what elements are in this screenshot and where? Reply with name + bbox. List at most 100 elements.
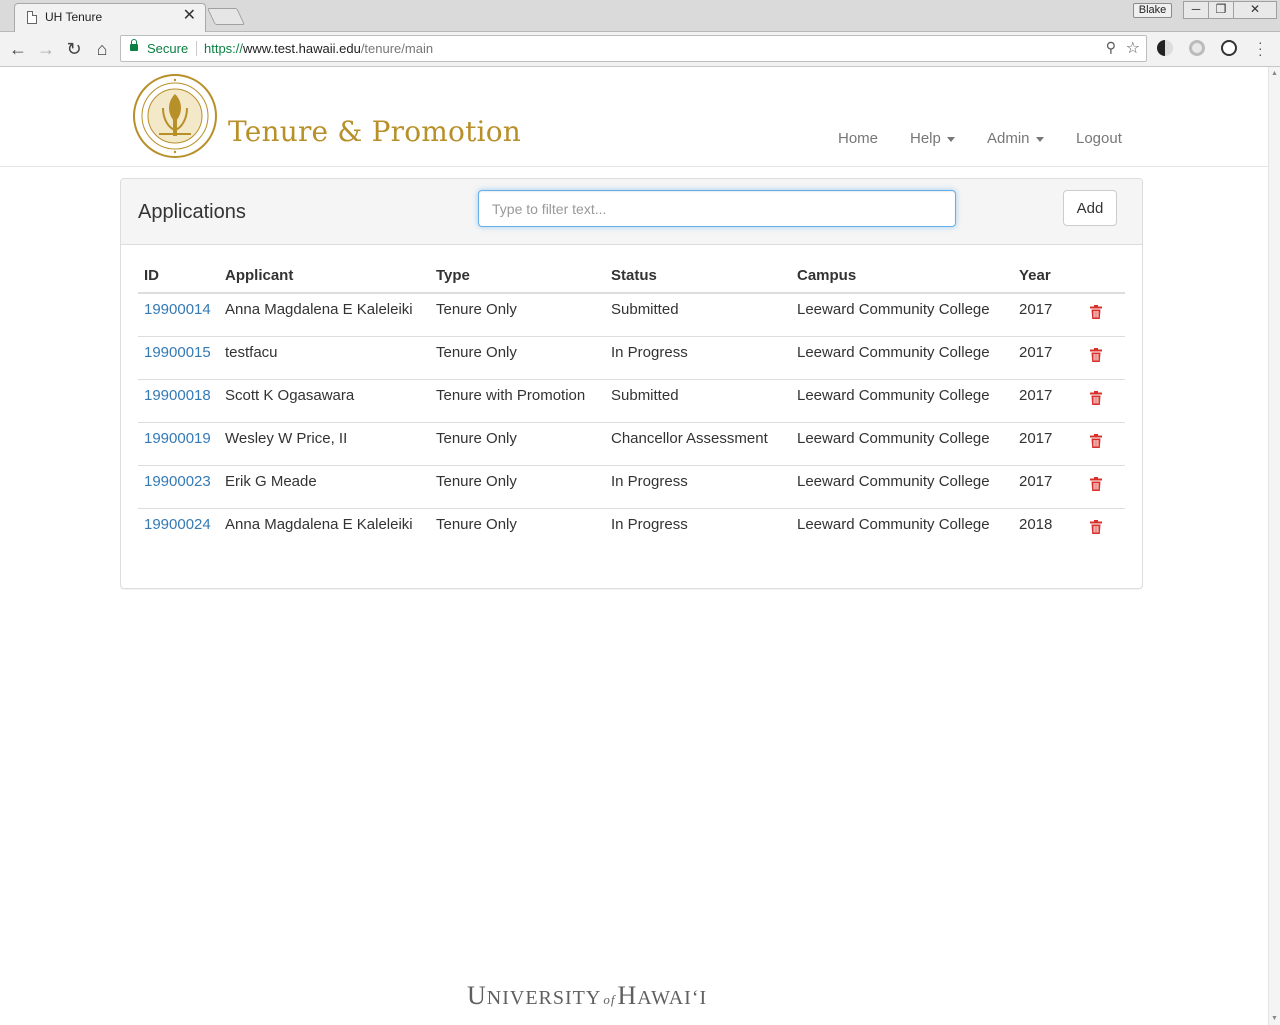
extension-contrast-icon[interactable] bbox=[1157, 40, 1173, 56]
cell-campus: Leeward Community College bbox=[791, 507, 1013, 551]
column-header-year[interactable]: Year bbox=[1013, 264, 1082, 294]
url-text[interactable]: https://www.test.hawaii.edu/tenure/main bbox=[204, 41, 433, 56]
application-id-link[interactable]: 19900014 bbox=[144, 301, 211, 318]
cell-applicant: Anna Magdalena E Kaleleiki bbox=[225, 301, 413, 318]
address-separator bbox=[196, 41, 197, 56]
cell-actions bbox=[1082, 421, 1125, 465]
add-button[interactable]: Add bbox=[1063, 190, 1117, 226]
trash-icon[interactable] bbox=[1090, 347, 1102, 362]
page-icon bbox=[27, 11, 37, 24]
cell-campus: Leeward Community College bbox=[791, 335, 1013, 379]
cell-year: 2017 bbox=[1019, 301, 1053, 318]
trash-icon[interactable] bbox=[1090, 519, 1102, 534]
column-header-campus[interactable]: Campus bbox=[791, 264, 1013, 294]
forward-arrow-icon[interactable]: → bbox=[34, 37, 58, 61]
browser-tab[interactable]: UH Tenure ✕ bbox=[14, 3, 206, 32]
scroll-down-icon[interactable]: ▼ bbox=[1271, 1015, 1278, 1022]
trash-icon[interactable] bbox=[1090, 390, 1102, 405]
cell-year: 2017 bbox=[1013, 378, 1082, 422]
column-header-applicant[interactable]: Applicant bbox=[219, 264, 430, 294]
cell-year: 2017 bbox=[1013, 335, 1082, 379]
caret-down-icon bbox=[946, 136, 955, 142]
application-id-link[interactable]: 19900024 bbox=[144, 516, 211, 533]
column-header-status[interactable]: Status bbox=[605, 264, 791, 294]
footer-logo-u: U bbox=[467, 981, 487, 1010]
application-id-link[interactable]: 19900019 bbox=[144, 430, 211, 447]
column-header-id[interactable]: ID bbox=[138, 264, 219, 294]
cell-applicant: Scott K Ogasawara bbox=[219, 378, 430, 422]
bookmark-star-icon[interactable]: ☆ bbox=[1126, 38, 1140, 58]
application-id-link[interactable]: 19900015 bbox=[144, 344, 211, 361]
cell-year: 2017 bbox=[1013, 464, 1082, 508]
table-header-row: ID Applicant Type Status Campus Year bbox=[138, 264, 1125, 294]
cell-applicant: Wesley W Price, II bbox=[219, 421, 430, 465]
applications-panel: Applications Add ID Applicant Type Statu… bbox=[120, 178, 1143, 589]
trash-icon[interactable] bbox=[1090, 433, 1102, 448]
application-id-link[interactable]: 19900023 bbox=[144, 473, 211, 490]
page-scrollbar[interactable]: ▲ ▼ bbox=[1268, 67, 1280, 1025]
window-restore-button[interactable]: ❐ bbox=[1208, 1, 1234, 19]
footer-logo-h: H bbox=[617, 981, 638, 1010]
table-row: 19900019 Wesley W Price, II Tenure Only … bbox=[138, 421, 1125, 465]
nav-admin[interactable]: Admin bbox=[987, 130, 1044, 147]
trash-icon[interactable] bbox=[1090, 476, 1102, 491]
cell-id: 19900018 bbox=[138, 378, 219, 422]
home-icon[interactable]: ⌂ bbox=[90, 37, 114, 61]
panel-heading: Applications Add bbox=[121, 179, 1142, 245]
nav-home[interactable]: Home bbox=[838, 130, 878, 147]
cell-applicant: Erik G Meade bbox=[219, 464, 430, 508]
browser-menu-icon[interactable]: · · · bbox=[1258, 35, 1263, 61]
profile-badge[interactable]: Blake bbox=[1133, 3, 1172, 18]
browser-titlebar: UH Tenure ✕ Blake ─ ❐ ✕ bbox=[0, 0, 1280, 32]
nav-logout[interactable]: Logout bbox=[1076, 130, 1122, 147]
scroll-up-icon[interactable]: ▲ bbox=[1271, 70, 1278, 77]
url-host: www.test.hawaii.edu bbox=[243, 41, 361, 56]
cell-type: Tenure Only bbox=[430, 464, 605, 508]
window-close-button[interactable]: ✕ bbox=[1233, 1, 1277, 19]
nav-help-label: Help bbox=[910, 130, 941, 147]
caret-down-icon bbox=[1035, 136, 1044, 142]
cell-status: Submitted bbox=[605, 378, 791, 422]
back-arrow-icon[interactable]: ← bbox=[6, 37, 30, 61]
extension-gray-icon[interactable] bbox=[1189, 40, 1205, 56]
filter-input[interactable] bbox=[478, 190, 956, 227]
cell-actions bbox=[1082, 335, 1125, 379]
cell-status: Submitted bbox=[611, 301, 679, 318]
nav-admin-label: Admin bbox=[987, 130, 1030, 147]
column-header-actions bbox=[1082, 264, 1125, 294]
new-tab-button[interactable] bbox=[207, 8, 245, 25]
cell-id: 19900019 bbox=[138, 421, 219, 465]
trash-icon[interactable] bbox=[1090, 305, 1102, 319]
table-row: 19900024 Anna Magdalena E Kaleleiki Tenu… bbox=[138, 507, 1125, 551]
panel-title: Applications bbox=[138, 201, 246, 223]
cell-campus: Leeward Community College bbox=[797, 301, 990, 318]
zoom-icon[interactable]: ⚲ bbox=[1106, 39, 1116, 56]
cell-applicant: Anna Magdalena E Kaleleiki bbox=[219, 507, 430, 551]
url-scheme: https:// bbox=[204, 41, 244, 56]
cell-campus: Leeward Community College bbox=[791, 464, 1013, 508]
cell-id: 19900014 bbox=[138, 293, 219, 336]
table-row: 19900018 Scott K Ogasawara Tenure with P… bbox=[138, 378, 1125, 422]
tab-title: UH Tenure bbox=[45, 10, 103, 24]
site-title[interactable]: Tenure & Promotion bbox=[228, 115, 521, 148]
browser-toolbar: ← → ↻ ⌂ Secure https://www.test.hawaii.e… bbox=[0, 32, 1280, 67]
reload-icon[interactable]: ↻ bbox=[62, 37, 86, 61]
window-minimize-button[interactable]: ─ bbox=[1183, 1, 1209, 19]
cell-campus: Leeward Community College bbox=[791, 378, 1013, 422]
cell-actions bbox=[1082, 293, 1125, 336]
secure-label: Secure bbox=[147, 41, 189, 56]
table-row: 19900014 Anna Magdalena E Kaleleiki Tenu… bbox=[138, 293, 1125, 336]
cell-id: 19900015 bbox=[138, 335, 219, 379]
nav-help[interactable]: Help bbox=[910, 130, 955, 147]
url-path: /tenure/main bbox=[360, 41, 434, 56]
cell-id: 19900024 bbox=[138, 507, 219, 551]
column-header-type[interactable]: Type bbox=[430, 264, 605, 294]
applications-table: ID Applicant Type Status Campus Year 199… bbox=[138, 264, 1125, 551]
extension-sync-icon[interactable] bbox=[1221, 40, 1237, 56]
cell-actions bbox=[1082, 507, 1125, 551]
application-id-link[interactable]: 19900018 bbox=[144, 387, 211, 404]
uh-seal-logo[interactable] bbox=[133, 74, 217, 158]
tab-close-icon[interactable]: ✕ bbox=[183, 7, 196, 25]
footer-logo-awaii: AWAIʻI bbox=[637, 987, 708, 1009]
address-bar[interactable]: Secure https://www.test.hawaii.edu/tenur… bbox=[120, 35, 1147, 62]
